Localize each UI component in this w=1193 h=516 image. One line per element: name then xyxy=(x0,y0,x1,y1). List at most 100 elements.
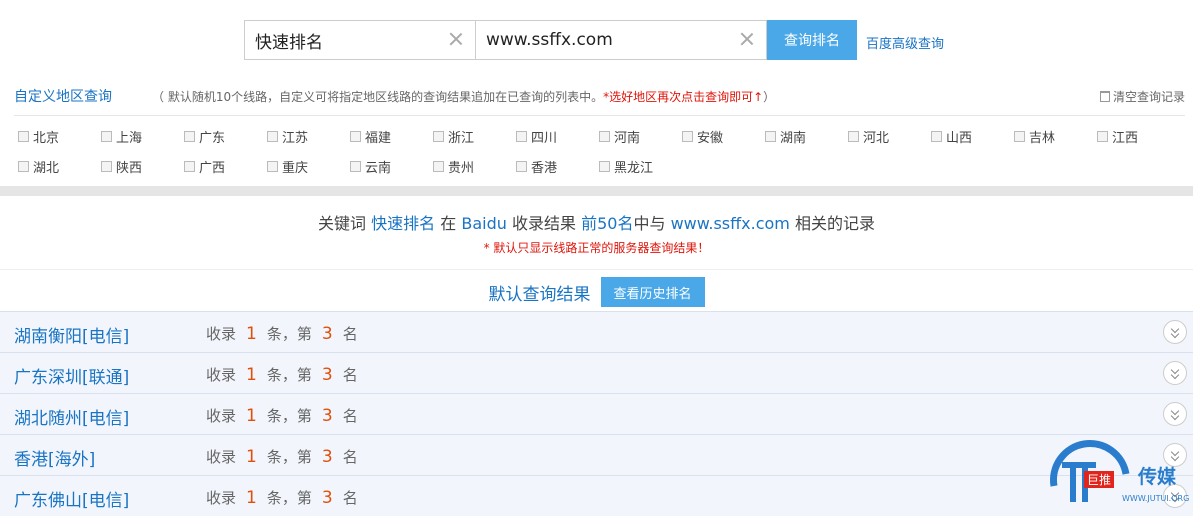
stat-text: 收录 xyxy=(206,407,237,425)
region-checkbox-item[interactable]: 贵州 xyxy=(433,157,516,176)
result-row[interactable]: 香港[海外] 收录 1 条，第 3 名 xyxy=(0,434,1193,475)
summary-range: 前50名 xyxy=(581,214,634,233)
region-label: 云南 xyxy=(365,160,392,176)
region-checkbox-item[interactable]: 福建 xyxy=(350,127,433,146)
checkbox[interactable] xyxy=(184,130,195,142)
stat-text: 名 xyxy=(342,448,358,466)
keyword-field xyxy=(244,20,476,60)
expand-chevron-icon[interactable] xyxy=(1163,361,1187,385)
clear-history-button[interactable]: 清空查询记录 xyxy=(1099,88,1185,105)
clear-site-icon[interactable] xyxy=(738,30,756,48)
checkbox[interactable] xyxy=(433,130,444,142)
divider xyxy=(14,115,1185,116)
row-location[interactable]: 湖北随州[电信] xyxy=(14,404,129,429)
result-row[interactable]: 湖南衡阳[电信] 收录 1 条，第 3 名 xyxy=(0,311,1193,352)
region-checkbox-item[interactable]: 四川 xyxy=(516,127,599,146)
checkbox[interactable] xyxy=(267,160,278,172)
region-label: 河南 xyxy=(614,130,641,146)
custom-region-query-link[interactable]: 自定义地区查询 xyxy=(14,86,112,106)
checkbox[interactable] xyxy=(599,160,610,172)
region-checkbox-item[interactable]: 广西 xyxy=(184,157,267,176)
row-location[interactable]: 广东佛山[电信] xyxy=(14,486,129,511)
row-stat: 收录 1 条，第 3 名 xyxy=(206,323,358,344)
view-history-button[interactable]: 查看历史排名 xyxy=(600,277,705,307)
site-input[interactable] xyxy=(476,21,766,59)
region-checkbox-item[interactable]: 河南 xyxy=(599,127,682,146)
checkbox[interactable] xyxy=(1097,130,1108,142)
region-checkbox-item[interactable]: 湖南 xyxy=(765,127,848,146)
region-label: 山西 xyxy=(946,130,973,146)
row-stat: 收录 1 条，第 3 名 xyxy=(206,487,358,508)
region-note-red: *选好地区再次点击查询即可↑ xyxy=(603,90,764,104)
checkbox[interactable] xyxy=(682,130,693,142)
region-label: 重庆 xyxy=(282,160,309,176)
row-location[interactable]: 湖南衡阳[电信] xyxy=(14,322,129,347)
checkbox[interactable] xyxy=(350,160,361,172)
region-checkbox-item[interactable]: 上海 xyxy=(101,127,184,146)
region-checkbox-item[interactable]: 云南 xyxy=(350,157,433,176)
query-rank-button[interactable]: 查询排名 xyxy=(767,20,857,60)
clear-keyword-icon[interactable] xyxy=(447,30,465,48)
row-stat: 收录 1 条，第 3 名 xyxy=(206,446,358,467)
region-checkbox-item[interactable]: 山西 xyxy=(931,127,1014,146)
region-checkbox-item[interactable]: 安徽 xyxy=(682,127,765,146)
region-checkbox-item[interactable]: 江西 xyxy=(1097,127,1180,146)
region-checkbox-item[interactable]: 黑龙江 xyxy=(599,157,682,176)
region-label: 福建 xyxy=(365,130,392,146)
stat-text: 收录 xyxy=(206,489,237,507)
default-results-title: 默认查询结果 xyxy=(488,284,591,305)
stat-text: 收录 xyxy=(206,325,237,343)
result-row[interactable]: 广东深圳[联通] 收录 1 条，第 3 名 xyxy=(0,352,1193,393)
checkbox[interactable] xyxy=(765,130,776,142)
row-stat: 收录 1 条，第 3 名 xyxy=(206,364,358,385)
region-label: 河北 xyxy=(863,130,890,146)
checkbox[interactable] xyxy=(1014,130,1025,142)
row-count: 1 xyxy=(246,488,257,508)
row-location[interactable]: 广东深圳[联通] xyxy=(14,363,129,388)
region-note-suffix: ） xyxy=(763,90,776,104)
checkbox[interactable] xyxy=(433,160,444,172)
checkbox[interactable] xyxy=(599,130,610,142)
region-checkbox-item[interactable]: 吉林 xyxy=(1014,127,1097,146)
checkbox[interactable] xyxy=(184,160,195,172)
checkbox[interactable] xyxy=(101,160,112,172)
section-divider xyxy=(0,186,1193,196)
region-checkbox-item[interactable]: 陕西 xyxy=(101,157,184,176)
checkbox[interactable] xyxy=(101,130,112,142)
expand-chevron-icon[interactable] xyxy=(1163,402,1187,426)
checkbox[interactable] xyxy=(18,160,29,172)
region-checkbox-item[interactable]: 河北 xyxy=(848,127,931,146)
baidu-advanced-query-link[interactable]: 百度高级查询 xyxy=(866,33,944,52)
row-location[interactable]: 香港[海外] xyxy=(14,445,95,470)
region-label: 香港 xyxy=(531,160,558,176)
region-checkbox-item[interactable]: 浙江 xyxy=(433,127,516,146)
stat-text: 名 xyxy=(342,489,358,507)
checkbox[interactable] xyxy=(931,130,942,142)
checkbox[interactable] xyxy=(267,130,278,142)
region-checkbox-item[interactable]: 湖北 xyxy=(18,157,101,176)
checkbox[interactable] xyxy=(848,130,859,142)
expand-chevron-icon[interactable] xyxy=(1163,320,1187,344)
region-label: 广西 xyxy=(199,160,226,176)
checkbox[interactable] xyxy=(350,130,361,142)
keyword-input[interactable] xyxy=(245,21,475,59)
result-header: 默认查询结果 查看历史排名 xyxy=(0,277,1193,307)
divider xyxy=(0,269,1193,270)
checkbox[interactable] xyxy=(516,130,527,142)
checkbox[interactable] xyxy=(516,160,527,172)
result-row[interactable]: 湖北随州[电信] 收录 1 条，第 3 名 xyxy=(0,393,1193,434)
result-row[interactable]: 广东佛山[电信] 收录 1 条，第 3 名 xyxy=(0,475,1193,516)
region-checkbox-item[interactable]: 香港 xyxy=(516,157,599,176)
checkbox[interactable] xyxy=(18,130,29,142)
region-label: 北京 xyxy=(33,130,60,146)
watermark-small-text: 巨推 xyxy=(1084,471,1115,488)
region-checkbox-item[interactable]: 重庆 xyxy=(267,157,350,176)
region-checkbox-item[interactable]: 北京 xyxy=(18,127,101,146)
stat-text: 名 xyxy=(342,366,358,384)
row-count: 1 xyxy=(246,406,257,426)
region-checkbox-item[interactable]: 江苏 xyxy=(267,127,350,146)
region-checkbox-item[interactable]: 广东 xyxy=(184,127,267,146)
row-rank: 3 xyxy=(321,365,333,385)
summary-text: 关键词 xyxy=(318,214,367,233)
summary-text: 在 xyxy=(440,214,457,233)
